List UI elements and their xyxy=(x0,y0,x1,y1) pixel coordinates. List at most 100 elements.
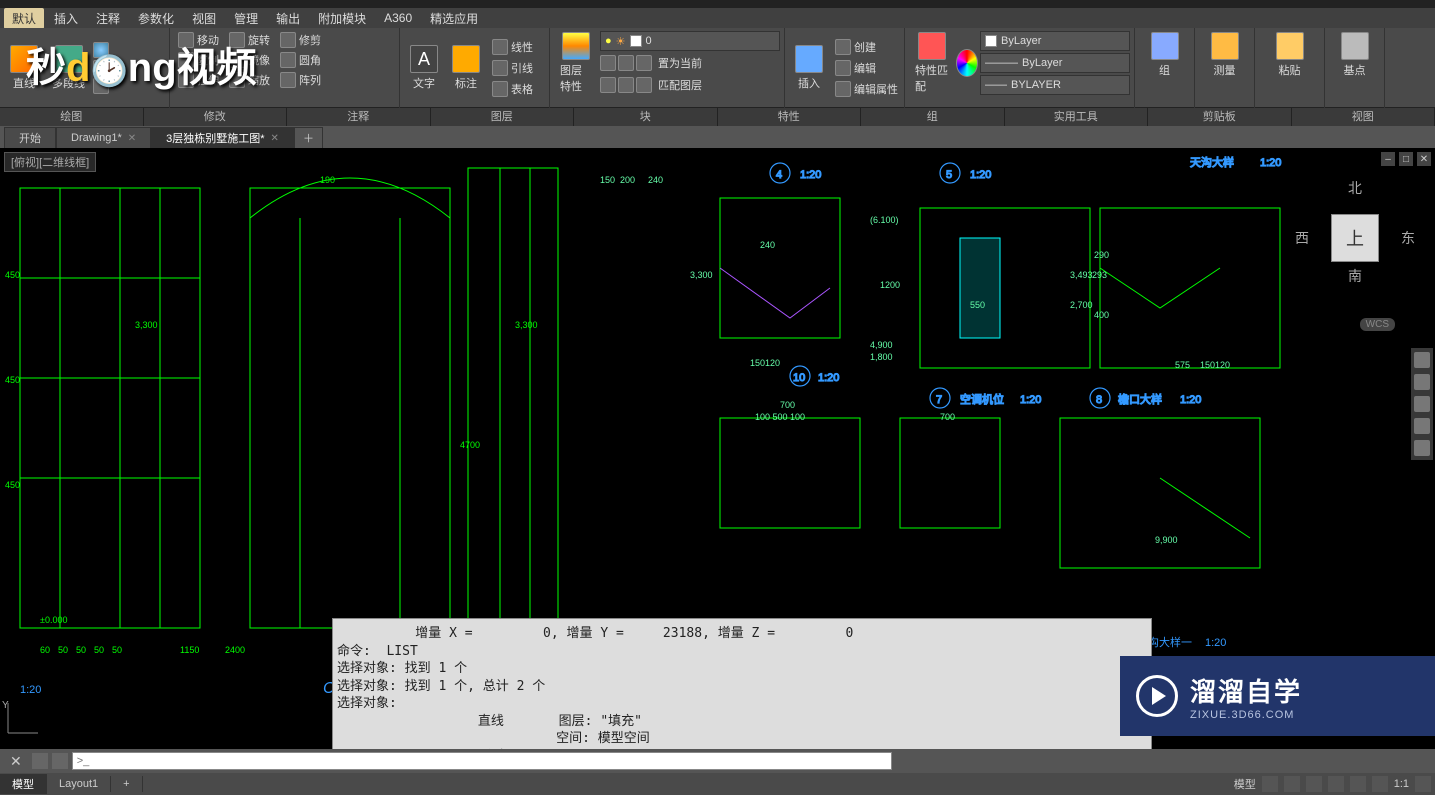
menu-default[interactable]: 默认 xyxy=(4,8,44,29)
rect-icon[interactable] xyxy=(93,78,109,94)
ortho-icon[interactable] xyxy=(1306,776,1322,792)
gear-icon[interactable] xyxy=(1415,776,1431,792)
panel-label-group: 组 xyxy=(861,108,1005,126)
fillet-button[interactable]: 圆角 xyxy=(276,50,325,70)
mirror-button[interactable]: 镜像 xyxy=(225,50,274,70)
model-tab[interactable]: 模型 xyxy=(0,774,47,794)
showmotion-icon[interactable] xyxy=(1414,440,1430,456)
menu-output[interactable]: 输出 xyxy=(268,8,308,29)
insert-block-button[interactable]: 插入 xyxy=(789,43,829,93)
svg-text:2,700: 2,700 xyxy=(1070,300,1093,310)
layer-ico4[interactable] xyxy=(600,77,616,93)
copy-button[interactable]: 复制 xyxy=(174,50,223,70)
svg-text:50: 50 xyxy=(94,645,104,655)
layout1-tab[interactable]: Layout1 xyxy=(47,776,111,792)
scale-indicator[interactable]: 1:1 xyxy=(1394,778,1409,790)
cmdline-expand-icon[interactable] xyxy=(32,753,48,769)
command-input[interactable] xyxy=(72,752,892,770)
svg-text:150120: 150120 xyxy=(750,358,780,368)
cmdline-search-icon[interactable] xyxy=(52,753,68,769)
tab-villa[interactable]: 3层独栋别墅施工图*✕ xyxy=(151,127,294,148)
panel-label-view: 视图 xyxy=(1292,108,1435,126)
view-cube[interactable]: 北 南 西 东 上 xyxy=(1295,178,1415,298)
layer-ico2[interactable] xyxy=(618,55,634,71)
viewcube-east[interactable]: 东 xyxy=(1401,228,1415,248)
zoom-icon[interactable] xyxy=(1414,396,1430,412)
menu-annotate[interactable]: 注释 xyxy=(88,8,128,29)
viewcube-south[interactable]: 南 xyxy=(1295,266,1415,286)
nav-wheel-icon[interactable] xyxy=(1414,352,1430,368)
close-icon[interactable]: ✕ xyxy=(271,133,279,144)
scale-button[interactable]: 缩放 xyxy=(225,70,274,90)
line-button[interactable]: 直线 xyxy=(4,43,44,93)
tab-drawing1[interactable]: Drawing1*✕ xyxy=(56,127,151,148)
dim-button[interactable]: 标注 xyxy=(446,43,486,93)
snap-icon[interactable] xyxy=(1284,776,1300,792)
menu-insert[interactable]: 插入 xyxy=(46,8,86,29)
orbit-icon[interactable] xyxy=(1414,418,1430,434)
svg-text:290: 290 xyxy=(1094,250,1109,260)
menu-a360[interactable]: A360 xyxy=(376,9,420,27)
svg-text:1150: 1150 xyxy=(180,645,199,655)
text-button[interactable]: A文字 xyxy=(404,43,444,93)
circle-icon[interactable] xyxy=(93,42,109,58)
layer-ico1[interactable] xyxy=(600,55,616,71)
svg-text:1,800: 1,800 xyxy=(870,352,893,362)
set-current-button[interactable]: 置为当前 xyxy=(654,53,706,73)
move-button[interactable]: 移动 xyxy=(174,30,223,50)
panel-label-layers: 图层 xyxy=(431,108,575,126)
lineweight-combo[interactable]: ——BYLAYER xyxy=(980,75,1130,95)
grid-icon[interactable] xyxy=(1262,776,1278,792)
layer-ico6[interactable] xyxy=(636,77,652,93)
close-icon[interactable]: ✕ xyxy=(128,133,136,144)
color-wheel-icon[interactable] xyxy=(956,49,978,77)
viewcube-north[interactable]: 北 xyxy=(1295,178,1415,198)
match-layer-button[interactable]: 匹配图层 xyxy=(654,75,706,95)
viewcube-west[interactable]: 西 xyxy=(1295,228,1309,248)
wcs-label[interactable]: WCS xyxy=(1360,318,1395,331)
svg-text:1:20: 1:20 xyxy=(1020,394,1041,406)
match-props-button[interactable]: 特性匹配 xyxy=(909,30,954,96)
trim-button[interactable]: 修剪 xyxy=(276,30,325,50)
linetype-combo[interactable]: ———ByLayer xyxy=(980,53,1130,73)
edit-block-button[interactable]: 编辑 xyxy=(831,58,902,78)
linear-dim-button[interactable]: 线性 xyxy=(488,37,537,57)
arc-icon[interactable] xyxy=(93,60,109,76)
menu-view[interactable]: 视图 xyxy=(184,8,224,29)
layer-props-button[interactable]: 图层特性 xyxy=(554,30,598,96)
paste-button[interactable]: 粘贴 xyxy=(1259,30,1320,80)
polar-icon[interactable] xyxy=(1328,776,1344,792)
polyline-button[interactable]: 多段线 xyxy=(46,43,91,93)
edit-attr-button[interactable]: 编辑属性 xyxy=(831,79,902,99)
text-window[interactable]: 增量 X = 0, 增量 Y = 23188, 增量 Z = 0 命令: LIS… xyxy=(332,618,1152,760)
layer-ico3[interactable] xyxy=(636,55,652,71)
pan-icon[interactable] xyxy=(1414,374,1430,390)
menu-bar: 默认 插入 注释 参数化 视图 管理 输出 附加模块 A360 精选应用 xyxy=(0,8,1435,28)
measure-button[interactable]: 测量 xyxy=(1199,30,1250,80)
file-tabs: 开始 Drawing1*✕ 3层独栋别墅施工图*✕ ＋ xyxy=(0,126,1435,148)
tab-start[interactable]: 开始 xyxy=(4,127,56,148)
menu-manage[interactable]: 管理 xyxy=(226,8,266,29)
status-model[interactable]: 模型 xyxy=(1234,776,1256,792)
color-combo[interactable]: ByLayer xyxy=(980,31,1130,51)
osnap-icon[interactable] xyxy=(1350,776,1366,792)
stretch-button[interactable]: 拉伸 xyxy=(174,70,223,90)
panel-label-block: 块 xyxy=(574,108,718,126)
leader-button[interactable]: 引线 xyxy=(488,58,537,78)
menu-parametric[interactable]: 参数化 xyxy=(130,8,182,29)
layer-ico5[interactable] xyxy=(618,77,634,93)
create-block-button[interactable]: 创建 xyxy=(831,37,902,57)
group-button[interactable]: 组 xyxy=(1139,30,1190,80)
basepoint-button[interactable]: 基点 xyxy=(1329,30,1380,80)
lwt-icon[interactable] xyxy=(1372,776,1388,792)
array-button[interactable]: 阵列 xyxy=(276,70,325,90)
layer-combo[interactable]: ●☀0 xyxy=(600,31,780,51)
table-button[interactable]: 表格 xyxy=(488,79,537,99)
rotate-button[interactable]: 旋转 xyxy=(225,30,274,50)
cmdline-close-icon[interactable]: ✕ xyxy=(4,753,28,770)
menu-addins[interactable]: 附加模块 xyxy=(310,8,374,29)
add-layout-tab[interactable]: + xyxy=(111,776,142,792)
new-tab-button[interactable]: ＋ xyxy=(294,127,323,148)
menu-featured[interactable]: 精选应用 xyxy=(422,8,486,29)
drawing-canvas[interactable]: [俯视][二维线框] – □ ✕ 450 450 450 3,300 3,300… xyxy=(0,148,1435,760)
